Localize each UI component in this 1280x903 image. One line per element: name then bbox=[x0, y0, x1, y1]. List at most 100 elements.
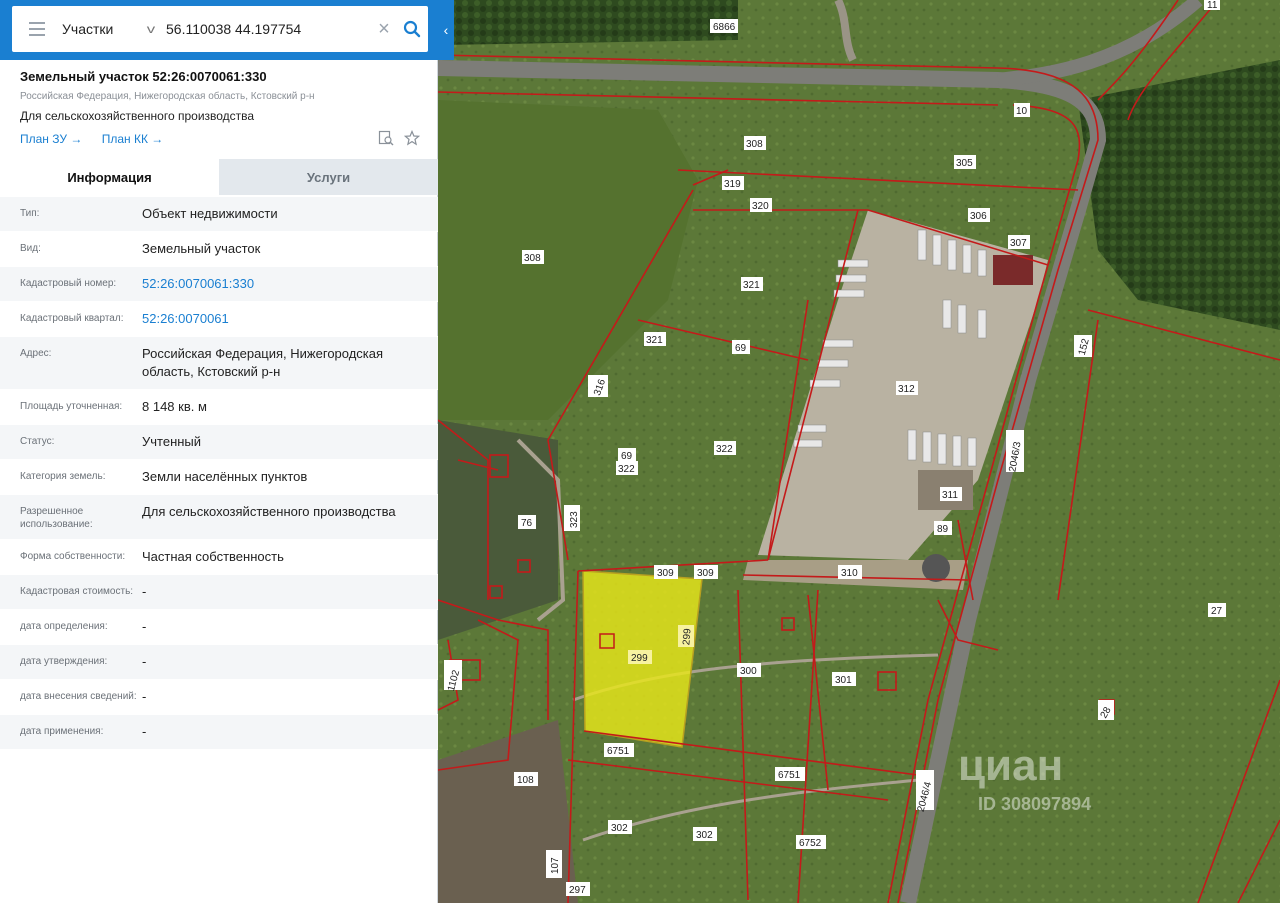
info-row: дата применения: - bbox=[0, 715, 438, 750]
parcel-label: 322 bbox=[618, 464, 635, 475]
info-row: Вид: Земельный участок bbox=[0, 232, 438, 267]
building-307 bbox=[993, 255, 1033, 285]
parcel-label: 6751 bbox=[778, 770, 801, 781]
info-row-label: дата применения: bbox=[20, 726, 104, 737]
info-row: Статус: Учтенный bbox=[0, 425, 438, 460]
info-row-label: Вид: bbox=[20, 243, 41, 254]
parcel-label: 69 bbox=[735, 343, 747, 354]
parcel-label: 309 bbox=[697, 568, 714, 579]
parcel-label: 297 bbox=[569, 885, 586, 896]
chevron-left-icon: ‹ bbox=[443, 22, 449, 38]
document-search-icon[interactable] bbox=[378, 130, 394, 149]
info-row-value[interactable]: 52:26:0070061:330 bbox=[142, 275, 438, 293]
purpose-text: Для сельскохозяйственного производства bbox=[20, 109, 255, 123]
address-line: Российская Федерация, Нижегородская обла… bbox=[20, 91, 315, 102]
info-row-label: Адрес: bbox=[20, 348, 52, 359]
parcel-label: 6752 bbox=[799, 838, 822, 849]
info-row: Кадастровая стоимость: - bbox=[0, 575, 438, 610]
info-row: дата утверждения: - bbox=[0, 645, 438, 680]
parcel-label: 76 bbox=[521, 518, 533, 529]
info-row: Категория земель: Земли населённых пункто… bbox=[0, 460, 438, 495]
info-row-value: Земельный участок bbox=[142, 241, 261, 256]
parcel-label: 10 bbox=[1016, 106, 1028, 117]
tab-bar: Информация Услуги bbox=[0, 159, 438, 195]
info-row: дата внесения сведений: - bbox=[0, 680, 438, 715]
map-view[interactable]: 6866 10 308 305 319 320 306 307 308 321 … bbox=[438, 0, 1280, 903]
info-row: Кадастровый номер: 52:26:0070061:330 bbox=[0, 267, 438, 302]
parcel-label: 321 bbox=[743, 280, 760, 291]
side-panel: Участки v 56.110038 44.197754 × Земельны… bbox=[0, 0, 438, 903]
info-row-label: Площадь уточненная: bbox=[20, 401, 123, 412]
tab-services[interactable]: Услуги bbox=[219, 159, 438, 195]
info-row: дата определения: - bbox=[0, 610, 438, 645]
parcel-label: 69 bbox=[621, 451, 633, 462]
parcel-label: 307 bbox=[1010, 238, 1027, 249]
info-row-label: Статус: bbox=[20, 436, 55, 447]
info-row-label: дата внесения сведений: bbox=[20, 691, 137, 702]
header-tools bbox=[378, 129, 421, 149]
tab-info[interactable]: Информация bbox=[0, 159, 219, 195]
info-row-value: Земли населённых пунктов bbox=[142, 469, 308, 484]
parcel-label: 320 bbox=[752, 201, 769, 212]
info-row-label: Кадастровый квартал: bbox=[20, 313, 124, 324]
layer-dropdown[interactable]: Участки v bbox=[62, 21, 162, 37]
plan-kk-link[interactable]: План КК → bbox=[102, 132, 164, 146]
search-icon[interactable] bbox=[396, 6, 428, 52]
info-row-label: Разрешенное использование: bbox=[20, 506, 93, 530]
info-row: Площадь уточненная: 8 148 кв. м bbox=[0, 390, 438, 425]
layer-dropdown-value: Участки bbox=[62, 21, 114, 37]
info-row: Разрешенное использование: Для сельскохоз… bbox=[0, 495, 438, 540]
plan-zu-link[interactable]: План ЗУ → bbox=[20, 132, 82, 146]
info-row-value: - bbox=[142, 724, 147, 739]
search-input[interactable]: 56.110038 44.197754 bbox=[162, 21, 372, 37]
parcel-label: 321 bbox=[646, 335, 663, 346]
watermark-id: ID 308097894 bbox=[978, 794, 1091, 814]
parcel-label: 308 bbox=[524, 253, 541, 264]
parcel-label: 302 bbox=[611, 823, 628, 834]
parcel-label: 300 bbox=[740, 666, 757, 677]
info-row-value: Частная собственность bbox=[142, 549, 284, 564]
info-row-value: - bbox=[142, 584, 147, 599]
watermark-text: циан bbox=[958, 741, 1063, 790]
parcel-label: 107 bbox=[550, 857, 561, 874]
star-icon[interactable] bbox=[403, 129, 421, 149]
parcel-label: 299 bbox=[681, 628, 693, 646]
info-row-value[interactable]: 52:26:0070061 bbox=[142, 310, 438, 328]
parcel-label: 89 bbox=[937, 524, 949, 535]
info-row-label: дата утверждения: bbox=[20, 656, 108, 667]
parcel-label: 299 bbox=[631, 653, 648, 664]
parcel-label: 309 bbox=[657, 568, 674, 579]
parcel-label: 306 bbox=[970, 211, 987, 222]
collapse-panel-button[interactable]: ‹ bbox=[438, 0, 454, 60]
info-row-value: Объект недвижимости bbox=[142, 206, 278, 221]
parcel-label: 310 bbox=[841, 568, 858, 579]
clear-icon[interactable]: × bbox=[372, 6, 396, 52]
info-row: Кадастровый квартал: 52:26:0070061 bbox=[0, 302, 438, 337]
info-row-value: Учтенный bbox=[142, 434, 202, 449]
parcel-label: 6866 bbox=[713, 22, 736, 33]
info-row-value: Российская Федерация, Нижегородская обла… bbox=[142, 346, 384, 379]
parcel-label: 301 bbox=[835, 675, 852, 686]
parcel-label: 323 bbox=[569, 511, 580, 528]
parcel-label: 308 bbox=[746, 139, 763, 150]
chevron-down-icon: v bbox=[146, 22, 156, 36]
info-row-value: 8 148 кв. м bbox=[142, 399, 207, 414]
search-box: Участки v 56.110038 44.197754 × bbox=[12, 6, 428, 52]
parcel-label: 312 bbox=[898, 384, 915, 395]
menu-icon[interactable] bbox=[12, 6, 62, 52]
info-row-label: дата определения: bbox=[20, 621, 108, 632]
parcel-label: 311 bbox=[942, 490, 958, 501]
info-row-label: Категория земель: bbox=[20, 471, 106, 482]
parcel-label: 108 bbox=[517, 775, 534, 786]
info-row-label: Кадастровый номер: bbox=[20, 278, 117, 289]
parcel-label: 11 bbox=[1207, 0, 1218, 11]
info-row-label: Тип: bbox=[20, 208, 40, 219]
parcel-header: Земельный участок 52:26:0070061:330 Росс… bbox=[20, 68, 421, 149]
search-bar: Участки v 56.110038 44.197754 × bbox=[0, 0, 438, 60]
map-canvas[interactable]: 6866 10 308 305 319 320 306 307 308 321 … bbox=[438, 0, 1280, 903]
info-row-label: Кадастровая стоимость: bbox=[20, 586, 134, 597]
parcel-label: 6751 bbox=[607, 746, 630, 757]
parcel-label: 322 bbox=[716, 444, 733, 455]
parcel-label: 319 bbox=[724, 179, 741, 190]
plan-links: План ЗУ → План КК → bbox=[20, 129, 421, 149]
